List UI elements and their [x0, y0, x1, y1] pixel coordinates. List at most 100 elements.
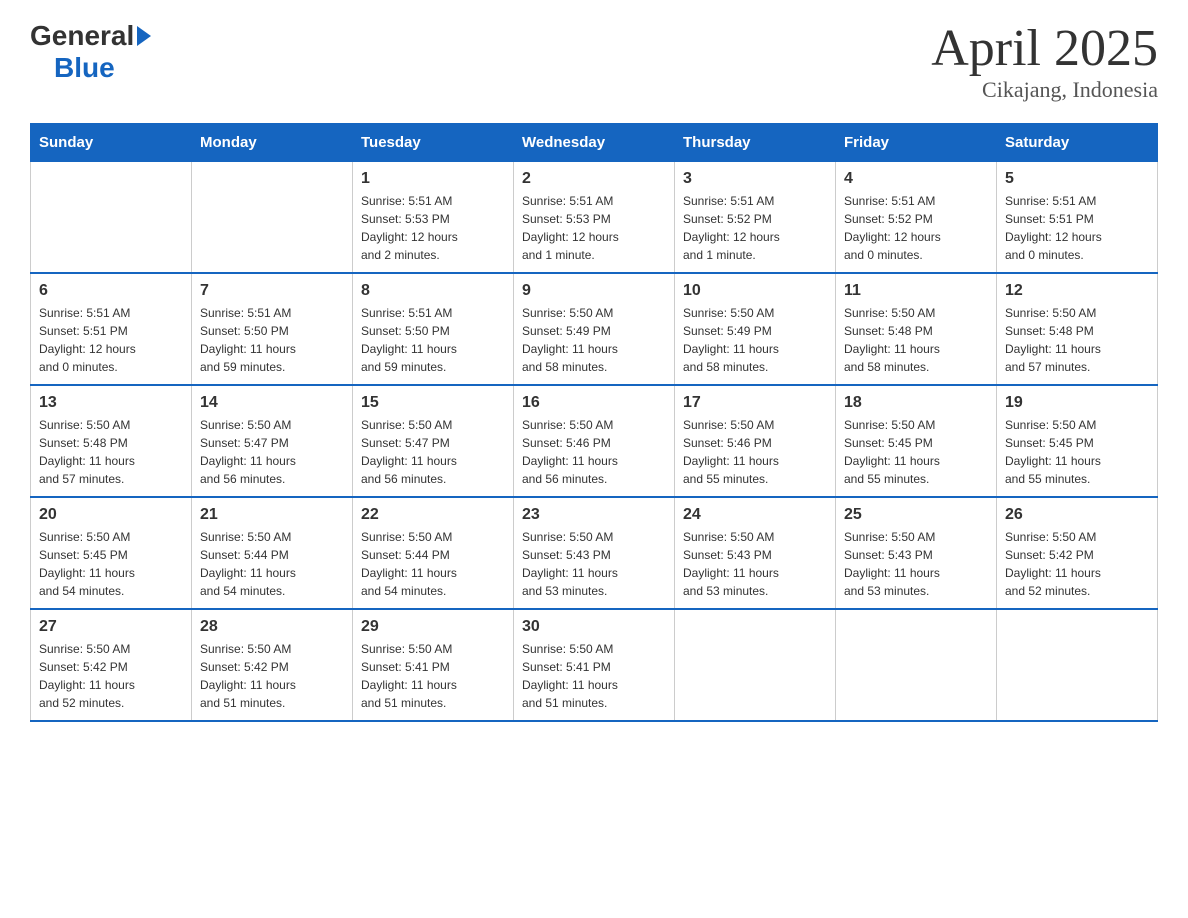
day-info: Sunrise: 5:51 AM Sunset: 5:51 PM Dayligh… — [39, 304, 183, 376]
day-number: 11 — [844, 282, 988, 300]
calendar-cell: 22 Sunrise: 5:50 AM Sunset: 5:44 PM Dayli… — [353, 497, 514, 609]
calendar-week-2: 6 Sunrise: 5:51 AM Sunset: 5:51 PM Daylig… — [31, 273, 1158, 385]
title-section: April 2025 Cikajang, Indonesia — [931, 20, 1158, 103]
day-info: Sunrise: 5:50 AM Sunset: 5:47 PM Dayligh… — [361, 416, 505, 488]
calendar-cell: 24Sunrise: 5:50 AM Sunset: 5:43 PM Dayli… — [675, 497, 836, 609]
logo-triangle-icon — [137, 26, 151, 46]
day-number: 18 — [844, 394, 988, 412]
calendar-cell: 25 Sunrise: 5:50 AM Sunset: 5:43 PM Dayli… — [836, 497, 997, 609]
day-number: 14 — [200, 394, 344, 412]
calendar-cell: 12Sunrise: 5:50 AM Sunset: 5:48 PM Dayli… — [997, 273, 1158, 385]
day-number: 30 — [522, 618, 666, 636]
calendar-cell: 23 Sunrise: 5:50 AM Sunset: 5:43 PM Dayli… — [514, 497, 675, 609]
calendar-cell: 7Sunrise: 5:51 AM Sunset: 5:50 PM Daylig… — [192, 273, 353, 385]
day-info: Sunrise: 5:50 AM Sunset: 5:44 PM Dayligh… — [200, 528, 344, 600]
calendar-cell: 20 Sunrise: 5:50 AM Sunset: 5:45 PM Dayli… — [31, 497, 192, 609]
calendar-cell — [675, 609, 836, 721]
day-number: 20 — [39, 506, 183, 524]
calendar-cell: 10Sunrise: 5:50 AM Sunset: 5:49 PM Dayli… — [675, 273, 836, 385]
day-info: Sunrise: 5:50 AM Sunset: 5:41 PM Dayligh… — [361, 640, 505, 712]
day-number: 16 — [522, 394, 666, 412]
day-info: Sunrise: 5:50 AM Sunset: 5:48 PM Dayligh… — [39, 416, 183, 488]
day-number: 25 — [844, 506, 988, 524]
logo-general-text: General — [30, 20, 134, 52]
day-number: 5 — [1005, 170, 1149, 188]
day-info: Sunrise: 5:50 AM Sunset: 5:46 PM Dayligh… — [522, 416, 666, 488]
day-info: Sunrise: 5:51 AM Sunset: 5:53 PM Dayligh… — [361, 192, 505, 264]
calendar-cell: 2 Sunrise: 5:51 AM Sunset: 5:53 PM Daylig… — [514, 162, 675, 274]
calendar-cell: 29Sunrise: 5:50 AM Sunset: 5:41 PM Dayli… — [353, 609, 514, 721]
calendar-cell — [192, 162, 353, 274]
day-number: 12 — [1005, 282, 1149, 300]
calendar-cell: 21 Sunrise: 5:50 AM Sunset: 5:44 PM Dayli… — [192, 497, 353, 609]
calendar-header-row: SundayMondayTuesdayWednesdayThursdayFrid… — [31, 124, 1158, 162]
day-number: 28 — [200, 618, 344, 636]
calendar-week-5: 27 Sunrise: 5:50 AM Sunset: 5:42 PM Dayli… — [31, 609, 1158, 721]
logo: General Blue — [30, 20, 151, 84]
calendar-cell: 5 Sunrise: 5:51 AM Sunset: 5:51 PM Daylig… — [997, 162, 1158, 274]
day-number: 21 — [200, 506, 344, 524]
calendar-cell — [31, 162, 192, 274]
calendar-week-3: 13Sunrise: 5:50 AM Sunset: 5:48 PM Dayli… — [31, 385, 1158, 497]
day-info: Sunrise: 5:50 AM Sunset: 5:42 PM Dayligh… — [200, 640, 344, 712]
day-info: Sunrise: 5:50 AM Sunset: 5:43 PM Dayligh… — [683, 528, 827, 600]
page-title: April 2025 — [931, 20, 1158, 77]
day-info: Sunrise: 5:50 AM Sunset: 5:46 PM Dayligh… — [683, 416, 827, 488]
day-number: 7 — [200, 282, 344, 300]
calendar-header-sunday: Sunday — [31, 124, 192, 162]
day-info: Sunrise: 5:51 AM Sunset: 5:52 PM Dayligh… — [844, 192, 988, 264]
day-info: Sunrise: 5:50 AM Sunset: 5:48 PM Dayligh… — [844, 304, 988, 376]
calendar-header-saturday: Saturday — [997, 124, 1158, 162]
calendar-cell: 1Sunrise: 5:51 AM Sunset: 5:53 PM Daylig… — [353, 162, 514, 274]
calendar-cell: 17 Sunrise: 5:50 AM Sunset: 5:46 PM Dayli… — [675, 385, 836, 497]
calendar-week-1: 1Sunrise: 5:51 AM Sunset: 5:53 PM Daylig… — [31, 162, 1158, 274]
day-info: Sunrise: 5:50 AM Sunset: 5:42 PM Dayligh… — [1005, 528, 1149, 600]
day-number: 4 — [844, 170, 988, 188]
calendar-header-friday: Friday — [836, 124, 997, 162]
day-number: 15 — [361, 394, 505, 412]
day-info: Sunrise: 5:50 AM Sunset: 5:45 PM Dayligh… — [39, 528, 183, 600]
calendar-cell: 6 Sunrise: 5:51 AM Sunset: 5:51 PM Daylig… — [31, 273, 192, 385]
day-number: 27 — [39, 618, 183, 636]
calendar-cell: 30 Sunrise: 5:50 AM Sunset: 5:41 PM Dayli… — [514, 609, 675, 721]
day-info: Sunrise: 5:51 AM Sunset: 5:51 PM Dayligh… — [1005, 192, 1149, 264]
day-number: 9 — [522, 282, 666, 300]
page-subtitle: Cikajang, Indonesia — [931, 77, 1158, 103]
calendar-header-tuesday: Tuesday — [353, 124, 514, 162]
day-number: 19 — [1005, 394, 1149, 412]
calendar-cell — [836, 609, 997, 721]
calendar-header-thursday: Thursday — [675, 124, 836, 162]
day-info: Sunrise: 5:50 AM Sunset: 5:43 PM Dayligh… — [522, 528, 666, 600]
calendar-cell: 14 Sunrise: 5:50 AM Sunset: 5:47 PM Dayli… — [192, 385, 353, 497]
day-number: 23 — [522, 506, 666, 524]
calendar-cell: 19 Sunrise: 5:50 AM Sunset: 5:45 PM Dayli… — [997, 385, 1158, 497]
day-number: 22 — [361, 506, 505, 524]
day-info: Sunrise: 5:50 AM Sunset: 5:45 PM Dayligh… — [1005, 416, 1149, 488]
day-number: 17 — [683, 394, 827, 412]
day-number: 3 — [683, 170, 827, 188]
calendar-cell: 3Sunrise: 5:51 AM Sunset: 5:52 PM Daylig… — [675, 162, 836, 274]
calendar-cell: 8 Sunrise: 5:51 AM Sunset: 5:50 PM Daylig… — [353, 273, 514, 385]
calendar-cell — [997, 609, 1158, 721]
day-info: Sunrise: 5:51 AM Sunset: 5:50 PM Dayligh… — [361, 304, 505, 376]
day-info: Sunrise: 5:50 AM Sunset: 5:47 PM Dayligh… — [200, 416, 344, 488]
day-info: Sunrise: 5:51 AM Sunset: 5:53 PM Dayligh… — [522, 192, 666, 264]
day-info: Sunrise: 5:50 AM Sunset: 5:49 PM Dayligh… — [522, 304, 666, 376]
day-info: Sunrise: 5:50 AM Sunset: 5:41 PM Dayligh… — [522, 640, 666, 712]
day-info: Sunrise: 5:50 AM Sunset: 5:45 PM Dayligh… — [844, 416, 988, 488]
day-number: 6 — [39, 282, 183, 300]
day-number: 8 — [361, 282, 505, 300]
calendar-table: SundayMondayTuesdayWednesdayThursdayFrid… — [30, 123, 1158, 722]
day-info: Sunrise: 5:50 AM Sunset: 5:42 PM Dayligh… — [39, 640, 183, 712]
calendar-cell: 11 Sunrise: 5:50 AM Sunset: 5:48 PM Dayli… — [836, 273, 997, 385]
day-info: Sunrise: 5:50 AM Sunset: 5:43 PM Dayligh… — [844, 528, 988, 600]
day-info: Sunrise: 5:50 AM Sunset: 5:49 PM Dayligh… — [683, 304, 827, 376]
calendar-cell: 28 Sunrise: 5:50 AM Sunset: 5:42 PM Dayli… — [192, 609, 353, 721]
calendar-cell: 18 Sunrise: 5:50 AM Sunset: 5:45 PM Dayli… — [836, 385, 997, 497]
calendar-cell: 4 Sunrise: 5:51 AM Sunset: 5:52 PM Daylig… — [836, 162, 997, 274]
day-number: 2 — [522, 170, 666, 188]
day-info: Sunrise: 5:50 AM Sunset: 5:44 PM Dayligh… — [361, 528, 505, 600]
calendar-cell: 16 Sunrise: 5:50 AM Sunset: 5:46 PM Dayli… — [514, 385, 675, 497]
calendar-cell: 26Sunrise: 5:50 AM Sunset: 5:42 PM Dayli… — [997, 497, 1158, 609]
page-header: General Blue April 2025 Cikajang, Indone… — [30, 20, 1158, 103]
